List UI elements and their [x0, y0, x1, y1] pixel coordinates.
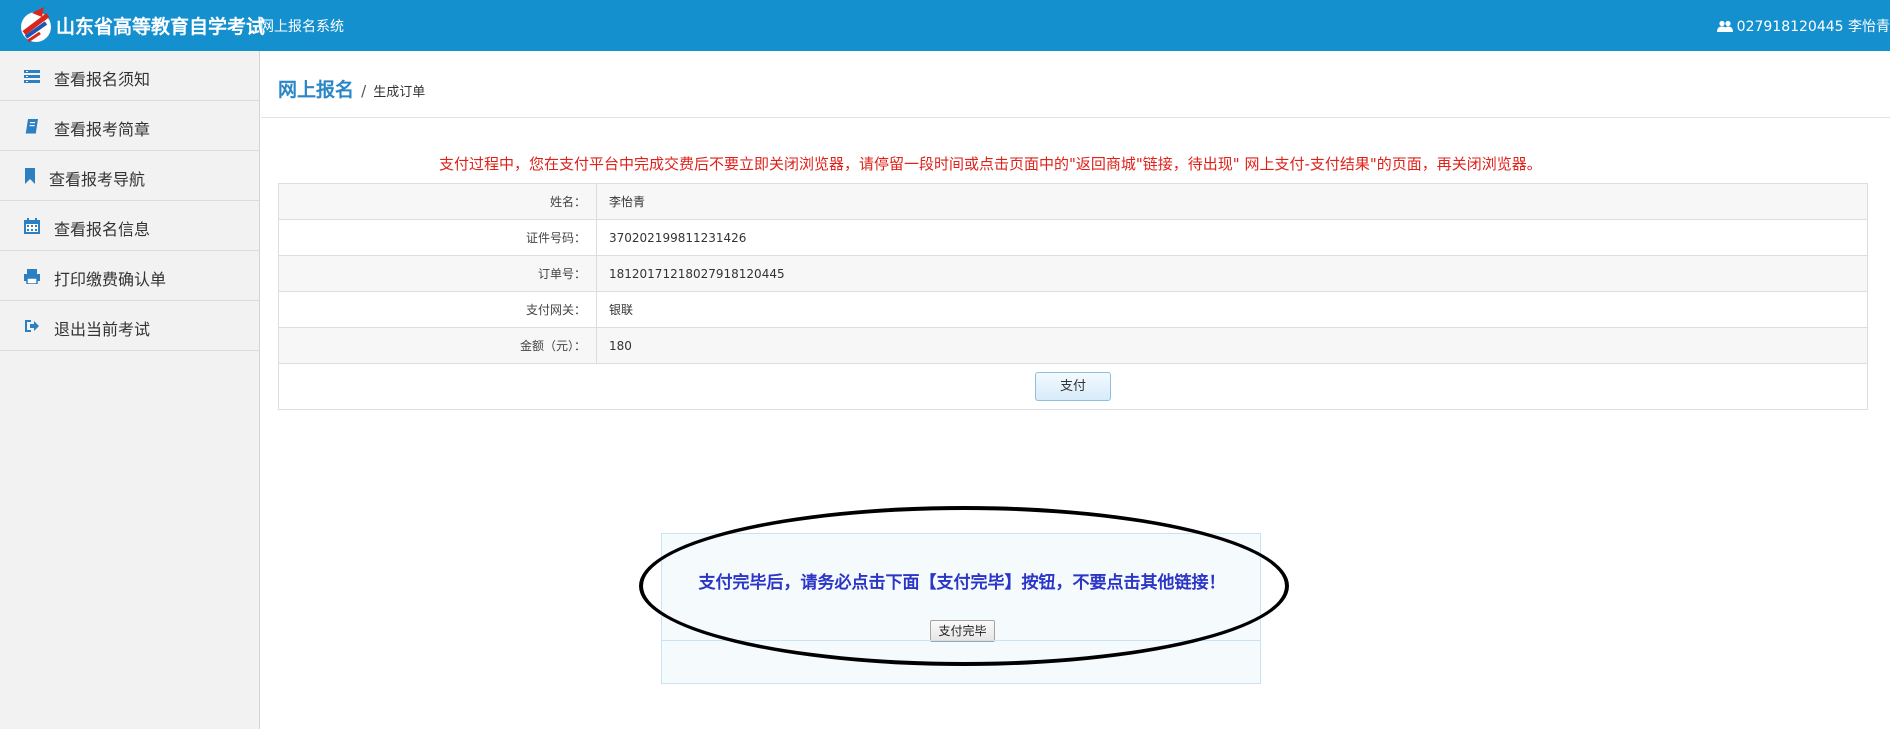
row-value: 18120171218027918120445	[596, 255, 1868, 292]
sidebar-item-registration-info[interactable]: 查看报名信息	[0, 201, 259, 251]
payment-warning: 支付过程中，您在支付平台中完成交费后不要立即关闭浏览器，请停留一段时间或点击页面…	[439, 155, 1542, 173]
sidebar: 查看报名须知 查看报考简章 查看报考导航 查看报名信息 打印缴费确认单 退出当前…	[0, 51, 260, 729]
highlight-annotation-oval	[639, 506, 1289, 666]
sidebar-item-navigation[interactable]: 查看报考导航	[0, 151, 259, 201]
row-label: 订单号：	[278, 255, 597, 292]
row-label: 金额（元）：	[278, 327, 597, 364]
breadcrumb-main[interactable]: 网上报名	[278, 79, 354, 101]
sidebar-item-label: 查看报名须知	[54, 70, 151, 89]
sidebar-item-guide[interactable]: 查看报考简章	[0, 101, 259, 151]
sidebar-item-label: 打印缴费确认单	[54, 270, 167, 289]
sidebar-item-print-receipt[interactable]: 打印缴费确认单	[0, 251, 259, 301]
breadcrumb-current: 生成订单	[373, 85, 426, 100]
table-row: 证件号码： 370202199811231426	[278, 219, 1868, 256]
row-value: 银联	[596, 291, 1868, 328]
breadcrumb-separator: /	[361, 82, 367, 100]
sidebar-item-exit-exam[interactable]: 退出当前考试	[0, 301, 259, 351]
main-content: 网上报名 / 生成订单 支付过程中，您在支付平台中完成交费后不要立即关闭浏览器，…	[261, 51, 1890, 729]
bookmark-icon	[25, 168, 35, 184]
list-icon	[24, 70, 40, 83]
book-icon	[25, 119, 38, 134]
table-row: 支付	[278, 363, 1868, 410]
users-icon	[1716, 20, 1733, 32]
top-bar: 山东省高等教育自学考试 网上报名系统 027918120445 李怡青	[0, 0, 1890, 51]
sign-out-icon	[25, 320, 39, 332]
row-value: 370202199811231426	[596, 219, 1868, 256]
exam-logo-icon	[21, 7, 51, 43]
pay-button[interactable]: 支付	[1035, 372, 1111, 401]
row-label: 姓名：	[278, 183, 597, 220]
user-name: 027918120445 李怡青	[1736, 19, 1890, 35]
sidebar-item-label: 查看报考导航	[49, 170, 146, 189]
table-row: 金额（元）： 180	[278, 327, 1868, 364]
row-value: 李怡青	[596, 183, 1868, 220]
breadcrumb: 网上报名 / 生成订单	[278, 75, 425, 102]
row-label: 支付网关：	[278, 291, 597, 328]
row-label: 证件号码：	[278, 219, 597, 256]
sidebar-item-notice[interactable]: 查看报名须知	[0, 51, 259, 101]
system-subtitle: 网上报名系统	[260, 19, 344, 35]
pay-button-cell: 支付	[278, 363, 1868, 410]
user-info[interactable]: 027918120445 李怡青	[1716, 16, 1890, 36]
print-icon	[24, 269, 40, 284]
system-title: 山东省高等教育自学考试	[56, 16, 266, 38]
sidebar-item-label: 查看报名信息	[54, 220, 151, 239]
table-row: 订单号： 18120171218027918120445	[278, 255, 1868, 292]
sidebar-item-label: 退出当前考试	[54, 320, 151, 339]
divider	[261, 117, 1890, 118]
order-table: 姓名： 李怡青 证件号码： 370202199811231426 订单号： 18…	[278, 183, 1868, 410]
sidebar-item-label: 查看报考简章	[54, 120, 151, 139]
row-value: 180	[596, 327, 1868, 364]
table-row: 姓名： 李怡青	[278, 183, 1868, 220]
table-row: 支付网关： 银联	[278, 291, 1868, 328]
calendar-icon	[24, 218, 40, 234]
